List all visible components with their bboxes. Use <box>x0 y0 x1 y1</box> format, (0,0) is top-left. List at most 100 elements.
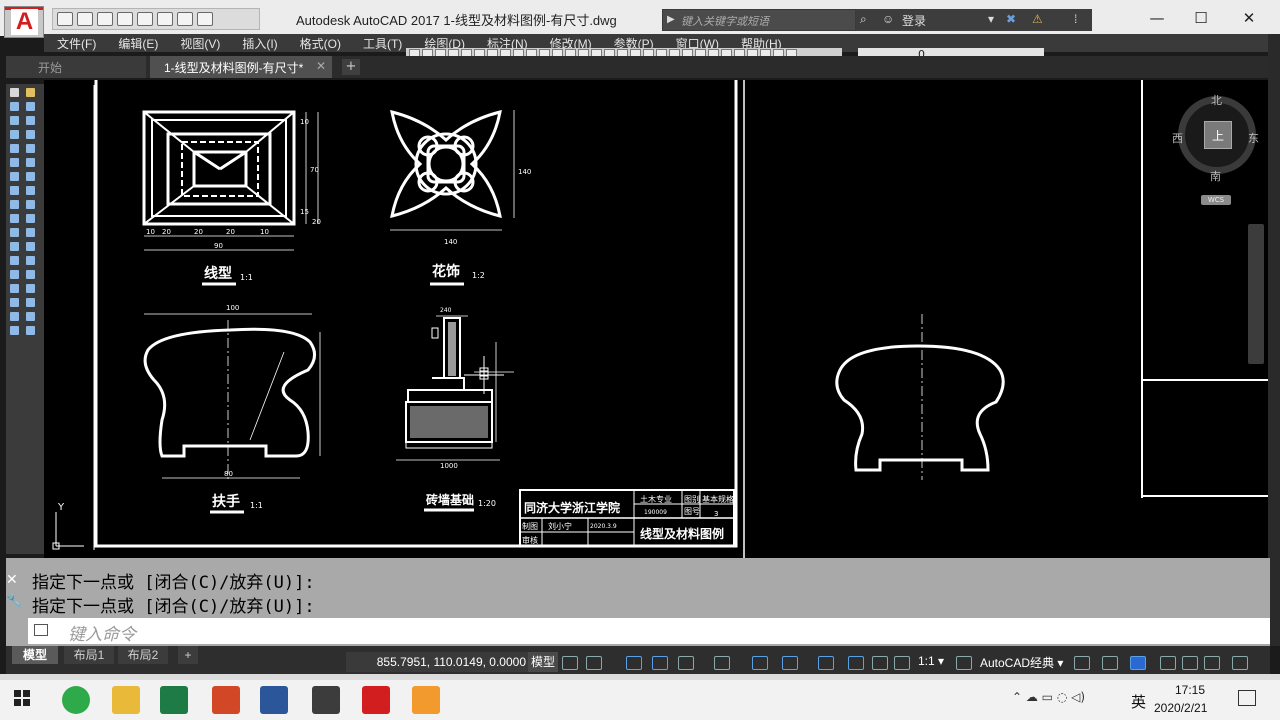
close-icon[interactable]: ✕ <box>6 572 20 590</box>
polygon-tool-icon[interactable] <box>10 116 19 125</box>
match-prop-tool-icon[interactable] <box>26 326 35 335</box>
grid-icon[interactable] <box>562 656 578 670</box>
clean-screen-icon[interactable] <box>1182 656 1198 670</box>
search-expand-icon[interactable]: ▶ <box>667 14 675 25</box>
windows-start-icon[interactable] <box>10 686 38 714</box>
trim-tool-icon[interactable] <box>26 214 35 223</box>
layout-tab-model[interactable]: 模型 <box>12 646 58 664</box>
search-input[interactable]: ▶ 键入关键字或短语 <box>662 9 856 31</box>
object-snap-tracking-icon[interactable] <box>752 656 768 670</box>
new-file-icon[interactable] <box>57 12 73 26</box>
maximize-button[interactable]: ☐ <box>1178 4 1224 32</box>
add-layout-button[interactable]: + <box>178 646 198 664</box>
customization-icon[interactable] <box>1204 656 1220 670</box>
new-tab-button[interactable]: + <box>342 59 360 75</box>
file-explorer-icon[interactable] <box>112 686 140 714</box>
copy-tool-icon[interactable] <box>26 102 35 111</box>
plus-icon[interactable] <box>1074 656 1090 670</box>
region-tool-icon[interactable] <box>10 284 19 293</box>
viewcube-west[interactable]: 西 <box>1172 130 1183 146</box>
explode-tool-icon[interactable] <box>26 298 35 307</box>
snap-icon[interactable] <box>586 656 602 670</box>
redo-icon[interactable] <box>177 12 193 26</box>
break-tool-icon[interactable] <box>26 242 35 251</box>
autocad-taskbar-icon[interactable] <box>362 686 390 714</box>
app-taskbar-icon[interactable] <box>412 686 440 714</box>
mirror-tool-icon[interactable] <box>26 116 35 125</box>
open-file-icon[interactable] <box>77 12 93 26</box>
polyline-tool-icon[interactable] <box>10 102 19 111</box>
line-tool-icon[interactable] <box>10 88 19 97</box>
ortho-icon[interactable] <box>652 656 668 670</box>
tab-close-icon[interactable]: ✕ <box>316 59 326 73</box>
save-icon[interactable] <box>97 12 113 26</box>
join-tool-icon[interactable] <box>26 256 35 265</box>
erase-tool-icon[interactable] <box>26 88 35 97</box>
excel-icon[interactable] <box>160 686 188 714</box>
annotation-scale-icon[interactable] <box>894 656 910 670</box>
infer-constraints-icon[interactable] <box>626 656 642 670</box>
fillet-tool-icon[interactable] <box>26 284 35 293</box>
browser-icon[interactable] <box>62 686 90 714</box>
isolate-objects-icon[interactable] <box>1130 656 1146 670</box>
user-icon[interactable]: ☺ <box>882 12 894 26</box>
notification-icon[interactable] <box>1238 690 1256 706</box>
make-block-icon[interactable] <box>10 228 19 237</box>
units-icon[interactable] <box>1102 656 1118 670</box>
extend-tool-icon[interactable] <box>26 228 35 237</box>
command-input[interactable]: 键入命令 <box>28 618 1270 645</box>
autocad-app-menu-button[interactable]: A <box>4 6 44 38</box>
add-tool-icon[interactable] <box>10 326 19 335</box>
annotation-scale-dropdown[interactable]: 1:1 ▾ <box>918 654 944 668</box>
move-tool-icon[interactable] <box>26 158 35 167</box>
hatch-tool-icon[interactable] <box>10 256 19 265</box>
rotate-tool-icon[interactable] <box>26 172 35 181</box>
menu-edit[interactable]: 编辑(E) <box>105 34 167 52</box>
viewcube-south[interactable]: 南 <box>1210 168 1221 184</box>
help-icon[interactable]: ⁞ <box>1074 12 1077 26</box>
viewcube-top-face[interactable]: 上 <box>1204 121 1232 149</box>
customize-qat-icon[interactable] <box>197 12 213 26</box>
menu-view[interactable]: 视图(V) <box>167 34 229 52</box>
ime-indicator[interactable]: 英 <box>1131 691 1146 712</box>
offset-tool-icon[interactable] <box>26 130 35 139</box>
lineweight-icon[interactable] <box>818 656 834 670</box>
spline-tool-icon[interactable] <box>10 186 19 195</box>
menu-tools[interactable]: 工具(T) <box>350 34 411 52</box>
fullscreen-icon[interactable] <box>1232 656 1248 670</box>
isodraft-icon[interactable] <box>714 656 730 670</box>
save-as-icon[interactable] <box>117 12 133 26</box>
rectangle-tool-icon[interactable] <box>10 130 19 139</box>
annotation-visibility-icon[interactable] <box>848 656 864 670</box>
tab-drawing[interactable]: 1-线型及材料图例-有尺寸* ✕ <box>150 56 332 78</box>
object-snap-icon[interactable] <box>782 656 798 670</box>
wcs-menu-button[interactable]: WCS <box>1201 195 1231 205</box>
command-prompt-icon[interactable] <box>34 624 48 636</box>
circle-tool-icon[interactable] <box>10 158 19 167</box>
scale-tool-icon[interactable] <box>26 186 35 195</box>
polar-icon[interactable] <box>678 656 694 670</box>
exchange-icon[interactable]: ✖ <box>1006 12 1016 26</box>
photos-icon[interactable] <box>312 686 340 714</box>
coordinates-readout[interactable]: 855.7951, 110.0149, 0.0000 <box>346 652 530 672</box>
hardware-acceleration-icon[interactable] <box>1160 656 1176 670</box>
gradient-tool-icon[interactable] <box>10 270 19 279</box>
tab-start[interactable]: 开始 <box>6 56 146 78</box>
clock-time[interactable]: 17:15 <box>1170 683 1210 697</box>
gear-icon[interactable] <box>956 656 972 670</box>
clock-date[interactable]: 2020/2/21 <box>1154 701 1207 715</box>
layout-tab-2[interactable]: 布局2 <box>118 646 168 664</box>
arc-tool-icon[interactable] <box>10 144 19 153</box>
menu-file[interactable]: 文件(F) <box>44 34 105 52</box>
auto-scale-icon[interactable] <box>872 656 888 670</box>
layout-tab-1[interactable]: 布局1 <box>64 646 114 664</box>
table-tool-icon[interactable] <box>10 298 19 307</box>
workspace-dropdown[interactable]: AutoCAD经典 ▾ <box>980 654 1063 671</box>
mtext-tool-icon[interactable] <box>10 312 19 321</box>
system-tray[interactable]: ⌃ ☁ ▭ ◌ ◁) <box>1012 690 1128 710</box>
stretch-tool-icon[interactable] <box>26 200 35 209</box>
login-button[interactable]: 登录 <box>902 12 926 29</box>
vertical-scrollbar[interactable] <box>1268 34 1280 646</box>
point-tool-icon[interactable] <box>10 242 19 251</box>
ellipse-tool-icon[interactable] <box>10 200 19 209</box>
